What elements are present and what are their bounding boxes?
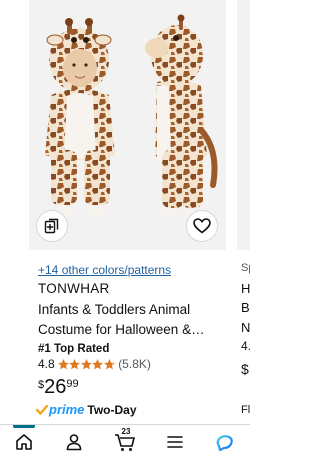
next-price: $ [241,361,249,377]
price-fraction: 99 [66,378,79,390]
product-image[interactable] [29,0,226,250]
nav-menu[interactable] [163,430,187,454]
star-icon [57,358,69,369]
star-icon [69,358,81,369]
cart-count: 23 [121,427,131,436]
bottom-nav-bar: 23 [0,424,250,473]
heart-icon [193,218,211,234]
nav-cart[interactable]: 23 [113,427,137,454]
next-rating: 4. [241,339,250,353]
product-title[interactable]: Infants & Toddlers Animal Costume for Ha… [38,300,224,340]
next-title-line: B [241,300,250,315]
star-rating [57,358,116,370]
front-view [45,18,115,218]
top-rated-badge: #1 Top Rated [38,343,110,355]
home-icon [16,434,32,450]
account-icon [66,434,82,451]
star-icon [92,358,104,369]
prime-logo-text: prime [49,402,85,417]
delivery-speed: Two-Day [87,402,137,417]
active-tab-indicator [13,425,35,428]
rating-value: 4.8 [38,357,55,371]
menu-icon [167,436,183,448]
previous-card-edge [0,0,29,424]
review-count: (5.8K) [118,357,151,371]
wishlist-button[interactable] [186,210,218,242]
next-product-image[interactable] [237,0,250,250]
side-view [145,14,218,218]
compare-button[interactable] [36,210,68,242]
next-title-line: H [241,281,250,296]
next-title-line: N [241,320,250,335]
nav-home[interactable] [12,430,36,454]
nav-account[interactable] [62,430,86,454]
rufus-icon [216,435,233,451]
star-icon [80,358,92,369]
next-sponsored-label: Sp [241,262,250,274]
prime-delivery: prime Two-Day [36,402,137,417]
star-icon [103,358,115,369]
price-whole: 26 [44,376,67,398]
rating-row[interactable]: 4.8 (5.8K) [38,357,151,371]
next-delivery: Fl [241,404,250,416]
price: $ 26 99 [38,376,79,398]
nav-rufus[interactable] [213,430,237,454]
next-product-card[interactable]: Sp H B N 4. $ Fl [237,0,250,424]
product-card[interactable]: +14 other colors/patterns TONWHAR Infant… [29,0,226,424]
prime-check-icon [36,404,48,415]
more-colors-link[interactable]: +14 other colors/patterns [38,263,171,277]
compare-icon [44,218,59,234]
brand-name: TONWHAR [38,281,110,296]
